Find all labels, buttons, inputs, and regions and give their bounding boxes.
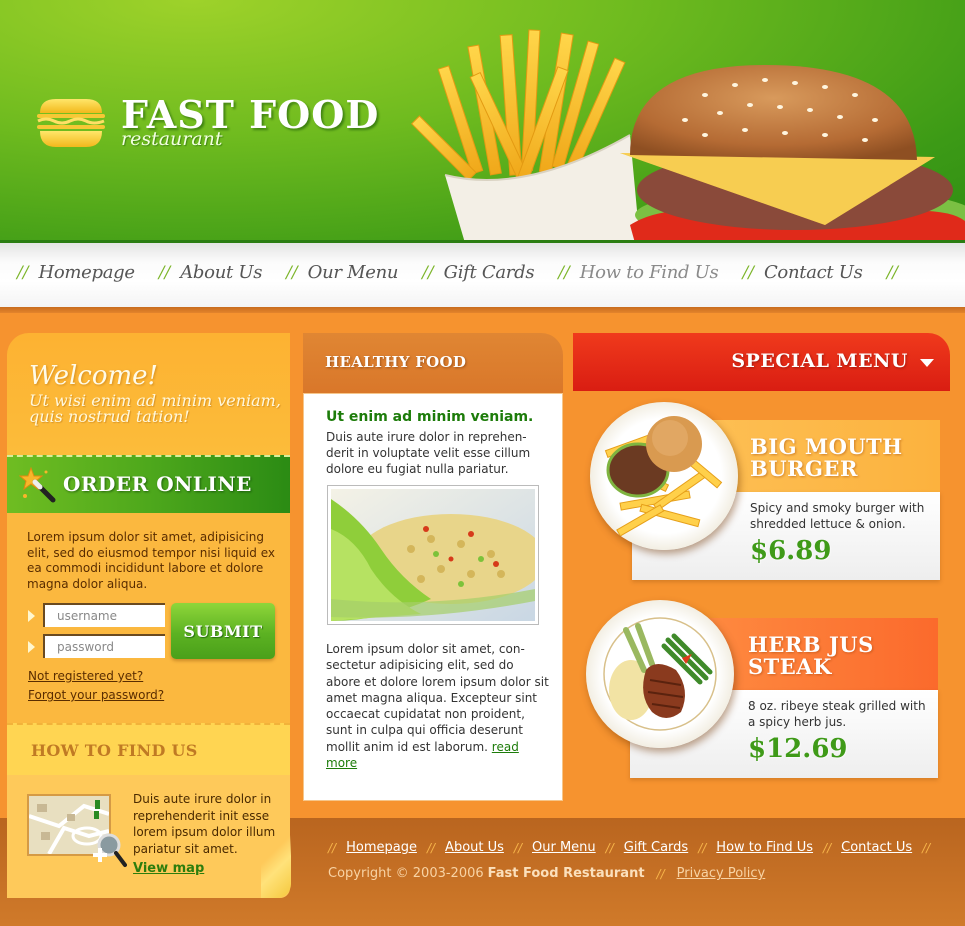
main-navigation: // Homepage // About Us // Our Menu // G… <box>0 243 965 307</box>
footer-separator: // <box>922 840 931 855</box>
company-name: Fast Food Restaurant <box>487 866 645 881</box>
menu-item-name: HERB JUS STEAK <box>748 634 874 678</box>
arrow-right-icon <box>28 610 35 622</box>
healthy-food-text: Lorem ipsum dolor sit amet, con-sectetur… <box>326 641 551 771</box>
forgot-password-link[interactable]: Forgot your password? <box>28 688 164 702</box>
menu-item-description: Spicy and smoky burger with shredded let… <box>750 501 925 531</box>
find-us-panel: Duis aute irure dolor in reprehenderit i… <box>7 775 290 898</box>
magic-wand-icon <box>19 466 56 503</box>
order-online-header: ORDER ONLINE <box>7 455 290 513</box>
healthy-food-body: Ut enim ad minim veniam. Duis aute irure… <box>303 393 563 801</box>
find-us-title: HOW TO FIND US <box>31 741 198 760</box>
welcome-panel: Welcome! Ut wisi enim ad minim veniam, q… <box>7 333 290 455</box>
footer-about-us-link[interactable]: About Us <box>445 840 504 855</box>
footer-navigation: // Homepage // About Us // Our Menu // G… <box>328 840 940 855</box>
password-input[interactable] <box>43 634 165 658</box>
footer-copyright: Copyright © 2003-2006 Fast Food Restaura… <box>328 866 765 881</box>
footer-separator: // <box>513 840 522 855</box>
nav-homepage[interactable]: Homepage <box>38 262 135 283</box>
healthy-food-lead: Ut enim ad minim veniam. <box>326 409 534 425</box>
find-us-header: HOW TO FIND US <box>7 723 290 775</box>
page-curl-decoration <box>261 822 291 898</box>
welcome-subtitle: Ut wisi enim ad minim veniam, quis nostr… <box>29 391 281 426</box>
privacy-policy-link[interactable]: Privacy Policy <box>677 866 766 881</box>
footer-contact-us-link[interactable]: Contact Us <box>841 840 912 855</box>
not-registered-link[interactable]: Not registered yet? <box>28 669 143 683</box>
footer-separator: // <box>426 840 436 855</box>
chevron-down-icon[interactable] <box>920 359 934 367</box>
footer-separator: // <box>605 840 614 855</box>
burger-logo-icon <box>37 99 105 147</box>
nav-separator: // <box>886 262 899 283</box>
footer-separator: // <box>656 866 665 881</box>
username-input[interactable] <box>43 603 165 627</box>
healthy-food-paragraph: Lorem ipsum dolor sit amet, con-sectetur… <box>326 642 549 754</box>
menu-item-description: 8 oz. ribeye steak grilled with a spicy … <box>748 699 926 729</box>
nav-how-to-find-us[interactable]: How to Find Us <box>580 262 719 283</box>
menu-item-name-line2: BURGER <box>750 456 858 481</box>
footer-separator: // <box>698 840 707 855</box>
nav-separator: // <box>158 262 171 283</box>
burger-plate-image <box>590 402 738 550</box>
healthy-food-panel: HEALTHY FOOD Ut enim ad minim veniam. Du… <box>303 333 563 801</box>
healthy-food-header: HEALTHY FOOD <box>303 333 563 393</box>
magnifier-zoom-icon <box>93 833 127 867</box>
nav-gift-cards[interactable]: Gift Cards <box>444 262 535 283</box>
nav-our-menu[interactable]: Our Menu <box>308 262 399 283</box>
footer-separator: // <box>328 840 337 855</box>
menu-item-name-line2: STEAK <box>748 654 832 679</box>
footer-gift-cards-link[interactable]: Gift Cards <box>624 840 688 855</box>
arrow-right-icon <box>28 641 35 653</box>
footer-how-to-find-us-link[interactable]: How to Find Us <box>716 840 813 855</box>
submit-button[interactable]: SUBMIT <box>171 603 275 659</box>
left-sidebar: Welcome! Ut wisi enim ad minim veniam, q… <box>7 333 291 898</box>
order-description: Lorem ipsum dolor sit amet, adipisicing … <box>27 530 276 591</box>
menu-item-price: $12.69 <box>748 734 848 764</box>
header-banner: FAST FOOD restaurant <box>0 0 965 243</box>
salad-image <box>327 485 546 625</box>
special-menu-title: SPECIAL MENU <box>731 350 908 372</box>
healthy-food-title: HEALTHY FOOD <box>325 353 467 371</box>
welcome-title: Welcome! <box>29 361 159 391</box>
nav-separator: // <box>558 262 570 283</box>
view-map-link[interactable]: View map <box>133 861 204 876</box>
steak-plate-image <box>586 600 734 748</box>
footer-homepage-link[interactable]: Homepage <box>346 840 417 855</box>
nav-separator: // <box>742 262 754 283</box>
login-panel: Lorem ipsum dolor sit amet, adipisicing … <box>7 513 290 723</box>
copyright-text: Copyright © 2003-2006 <box>328 866 484 881</box>
nav-separator: // <box>422 262 434 283</box>
nav-separator: // <box>17 262 29 283</box>
nav-contact-us[interactable]: Contact Us <box>764 262 863 283</box>
footer-our-menu-link[interactable]: Our Menu <box>532 840 596 855</box>
healthy-food-intro: Duis aute irure dolor in reprehen-derit … <box>326 430 531 476</box>
burger-fries-hero-image <box>411 29 965 243</box>
site-subtitle: restaurant <box>121 128 223 150</box>
nav-separator: // <box>286 262 298 283</box>
nav-about-us[interactable]: About Us <box>180 262 262 283</box>
footer-separator: // <box>823 840 832 855</box>
special-menu-header[interactable]: SPECIAL MENU <box>573 333 950 391</box>
order-online-title: ORDER ONLINE <box>63 472 252 496</box>
menu-item-price: $6.89 <box>750 536 832 566</box>
menu-item-name: BIG MOUTH BURGER <box>750 436 903 480</box>
